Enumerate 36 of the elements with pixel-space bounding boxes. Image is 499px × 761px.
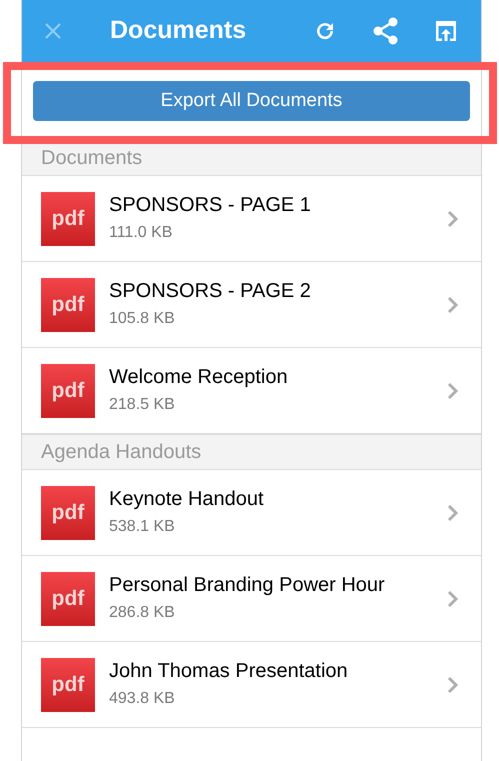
document-row[interactable]: pdf SPONSORS - PAGE 2 105.8 KB	[22, 262, 481, 348]
pdf-file-icon: pdf	[41, 486, 95, 540]
pdf-file-icon: pdf	[41, 572, 95, 626]
pdf-file-icon: pdf	[41, 658, 95, 712]
file-size: 538.1 KB	[109, 517, 176, 537]
document-row[interactable]: pdf Keynote Handout 538.1 KB	[22, 470, 481, 556]
section-title: Documents	[41, 146, 142, 171]
export-all-button[interactable]: Export All Documents	[33, 81, 470, 121]
document-name: Personal Branding Power Hour	[109, 573, 386, 598]
document-name: Welcome Reception	[109, 365, 289, 390]
pdf-file-icon: pdf	[41, 364, 95, 418]
pdf-file-icon: pdf	[41, 278, 95, 332]
document-name: John Thomas Presentation	[109, 659, 349, 684]
chevron-right-icon	[447, 504, 459, 522]
chevron-right-icon	[447, 590, 459, 608]
chevron-right-icon	[447, 676, 459, 694]
document-name: SPONSORS - PAGE 2	[109, 279, 312, 304]
file-size: 493.8 KB	[109, 689, 176, 709]
document-row[interactable]: pdf SPONSORS - PAGE 1 111.0 KB	[22, 176, 481, 262]
pdf-file-icon: pdf	[41, 192, 95, 246]
document-name: SPONSORS - PAGE 1	[109, 193, 312, 218]
chevron-right-icon	[447, 382, 459, 400]
upload-window-icon[interactable]	[433, 19, 459, 43]
chevron-right-icon	[447, 210, 459, 228]
close-icon[interactable]	[44, 22, 62, 40]
document-row[interactable]: pdf John Thomas Presentation 493.8 KB	[22, 642, 481, 728]
section-title: Agenda Handouts	[41, 440, 202, 465]
chevron-right-icon	[447, 296, 459, 314]
header-title: Documents	[110, 15, 246, 46]
document-row[interactable]: pdf Personal Branding Power Hour 286.8 KB	[22, 556, 481, 642]
file-size: 286.8 KB	[109, 603, 176, 623]
share-icon[interactable]	[373, 17, 399, 45]
file-size: 218.5 KB	[109, 395, 176, 415]
file-size: 105.8 KB	[109, 309, 176, 329]
document-name: Keynote Handout	[109, 487, 265, 512]
file-size: 111.0 KB	[109, 223, 174, 243]
